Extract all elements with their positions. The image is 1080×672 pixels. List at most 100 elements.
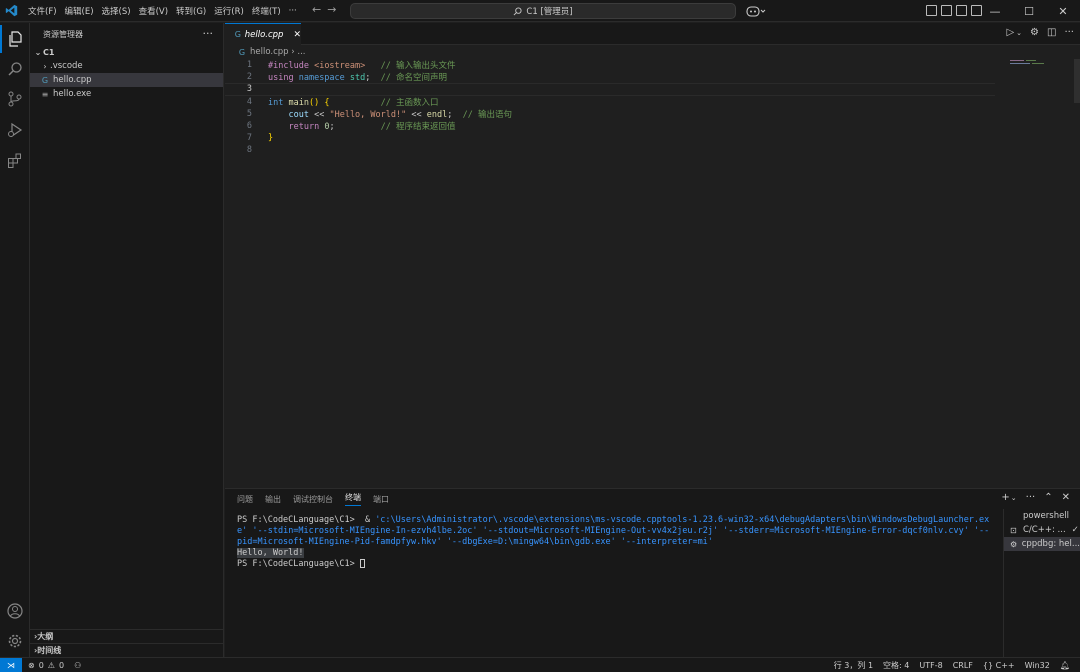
- code-line: 6 return 0; // 程序结束返回值: [225, 120, 995, 132]
- menu-terminal[interactable]: 终端(T): [248, 5, 285, 17]
- chevron-right-icon: ›: [43, 61, 47, 71]
- toggle-panel-icon[interactable]: [956, 5, 967, 16]
- menu-run[interactable]: 运行(R): [210, 5, 248, 17]
- outline-section[interactable]: › 大纲: [30, 629, 224, 643]
- tab-ports[interactable]: 端口: [373, 494, 389, 505]
- error-icon: ⊗: [28, 661, 35, 670]
- run-play-icon[interactable]: ▷: [1006, 27, 1014, 38]
- chevron-down-icon[interactable]: ⌄: [1011, 492, 1017, 503]
- code-comment: // 输出语句: [462, 109, 512, 120]
- toggle-sidebar-icon[interactable]: [926, 5, 937, 16]
- tab-output[interactable]: 输出: [265, 494, 281, 505]
- debug-gear-icon: ⚙: [1010, 539, 1018, 549]
- language-mode[interactable]: {} C++: [983, 661, 1015, 670]
- close-window-icon[interactable]: ✕: [1046, 0, 1080, 22]
- timeline-section[interactable]: › 时间线: [30, 643, 224, 657]
- code-token: int: [268, 97, 284, 108]
- extensions-icon[interactable]: [0, 147, 30, 175]
- status-left[interactable]: ⊗ 0 ⚠ 0 ⚇: [28, 658, 81, 672]
- toggle-secondary-sidebar-icon[interactable]: [941, 5, 952, 16]
- code-comment: // 主函数入口: [380, 97, 439, 108]
- tab-hello-cpp[interactable]: G hello.cpp ✕: [225, 23, 301, 45]
- menu-file[interactable]: 文件(F): [24, 5, 61, 17]
- gear-icon[interactable]: [0, 627, 30, 655]
- indentation[interactable]: 空格: 4: [883, 660, 909, 671]
- chevron-down-icon[interactable]: ⌄: [1016, 27, 1022, 38]
- editor-scrollbar[interactable]: [1074, 59, 1080, 103]
- tree-item-label: hello.cpp: [53, 75, 92, 85]
- code-line: 5 cout << "Hello, World!" << endl; // 输出…: [225, 108, 995, 120]
- code-token: <iostream>: [314, 61, 366, 72]
- back-arrow-icon[interactable]: ←: [312, 3, 321, 16]
- breadcrumb-file[interactable]: hello.cpp: [250, 47, 289, 57]
- terminal-output[interactable]: PS F:\CodeCLanguage\C1> & 'c:\Users\Admi…: [237, 515, 993, 570]
- code-token: ;: [365, 73, 371, 84]
- line-ending[interactable]: CRLF: [953, 661, 973, 670]
- more-actions-icon[interactable]: ···: [203, 27, 214, 40]
- more-actions-icon[interactable]: ···: [1026, 492, 1036, 503]
- code-editor[interactable]: 1 #include <iostream> // 输入输出头文件 2 using…: [225, 59, 995, 157]
- code-line: 8: [225, 144, 995, 156]
- copilot-icon[interactable]: [745, 4, 767, 18]
- menu-go[interactable]: 转到(G): [172, 5, 210, 17]
- platform[interactable]: Win32: [1025, 661, 1050, 670]
- tree-item-hello-cpp[interactable]: G hello.cpp: [30, 73, 223, 87]
- code-token: {: [324, 97, 330, 108]
- encoding[interactable]: UTF-8: [919, 661, 942, 670]
- minimap[interactable]: [1010, 59, 1060, 79]
- debug-launch-icon[interactable]: ⚇: [74, 661, 81, 670]
- menu-edit[interactable]: 编辑(E): [61, 5, 98, 17]
- tree-item-hello-exe[interactable]: ≡ hello.exe: [30, 87, 223, 101]
- new-terminal-plus-icon[interactable]: +: [1001, 492, 1009, 503]
- code-token: std: [349, 73, 366, 84]
- warning-icon: ⚠: [47, 661, 55, 670]
- close-icon[interactable]: ✕: [293, 30, 301, 40]
- sidebar-bottom-sections: › 大纲 › 时间线: [30, 629, 224, 657]
- maximize-panel-icon[interactable]: ⌃: [1044, 492, 1052, 503]
- code-token: "Hello, World!": [329, 109, 407, 120]
- tree-item-vscode[interactable]: › .vscode: [30, 59, 223, 73]
- line-number: 3: [246, 84, 252, 95]
- tab-debug-console[interactable]: 调试控制台: [293, 494, 333, 505]
- debug-config-gear-icon[interactable]: ⚙: [1030, 27, 1039, 38]
- menu-view[interactable]: 查看(V): [135, 5, 172, 17]
- command-center-label: C1 [管理员]: [526, 7, 573, 17]
- search-icon[interactable]: [0, 55, 30, 83]
- breadcrumb-symbols[interactable]: ...: [297, 47, 305, 57]
- explorer-sidebar: 资源管理器 ··· ⌄ C1 › .vscode G hello.cpp ≡ h…: [30, 23, 224, 657]
- terminal-prompt: PS F:\CodeCLanguage\C1>: [237, 515, 360, 525]
- cpp-file-icon: G: [238, 47, 246, 57]
- account-icon[interactable]: [0, 597, 30, 625]
- source-control-icon[interactable]: [0, 85, 30, 113]
- tab-terminal[interactable]: 终端: [345, 492, 361, 506]
- terminal-item-cppdbg[interactable]: ⚙ cppdbg: hel...: [1004, 537, 1080, 551]
- terminal-list: powershell ⊡ C/C++: ... ✓ ⚙ cppdbg: hel.…: [1003, 509, 1080, 658]
- cursor-position[interactable]: 行 3，列 1: [834, 660, 873, 671]
- explorer-header: 资源管理器 ···: [30, 23, 223, 45]
- file-icon: ≡: [41, 89, 49, 99]
- maximize-icon[interactable]: ☐: [1012, 0, 1046, 22]
- notifications-bell-icon[interactable]: 🔔︎: [1060, 661, 1070, 670]
- tab-problems[interactable]: 问题: [237, 494, 253, 505]
- line-number: 6: [246, 121, 252, 132]
- terminal-item-label: C/C++: ...: [1023, 525, 1066, 535]
- more-actions-icon[interactable]: ···: [1064, 27, 1074, 38]
- code-token: }: [268, 133, 274, 144]
- terminal-item-powershell[interactable]: powershell: [1004, 509, 1080, 523]
- menu-selection[interactable]: 选择(S): [98, 5, 135, 17]
- menu-bar: 文件(F) 编辑(E) 选择(S) 查看(V) 转到(G) 运行(R) 终端(T…: [24, 0, 301, 22]
- forward-arrow-icon[interactable]: →: [327, 3, 336, 16]
- terminal-item-cpp-task[interactable]: ⊡ C/C++: ... ✓: [1004, 523, 1080, 537]
- menu-more[interactable]: ···: [285, 6, 301, 16]
- code-line: 1 #include <iostream> // 输入输出头文件: [225, 59, 995, 71]
- explorer-icon[interactable]: [0, 25, 30, 53]
- close-panel-icon[interactable]: ✕: [1062, 492, 1070, 503]
- remote-icon[interactable]: ⋊: [0, 658, 22, 672]
- minimize-icon[interactable]: —: [978, 0, 1012, 22]
- run-debug-icon[interactable]: [0, 116, 30, 144]
- panel-actions: + ⌄ ··· ⌃ ✕: [1001, 492, 1070, 503]
- split-editor-icon[interactable]: ◫: [1047, 27, 1056, 38]
- command-center[interactable]: C1 [管理员]: [350, 3, 736, 19]
- folder-root[interactable]: ⌄ C1: [30, 45, 223, 59]
- line-number: 8: [246, 145, 252, 156]
